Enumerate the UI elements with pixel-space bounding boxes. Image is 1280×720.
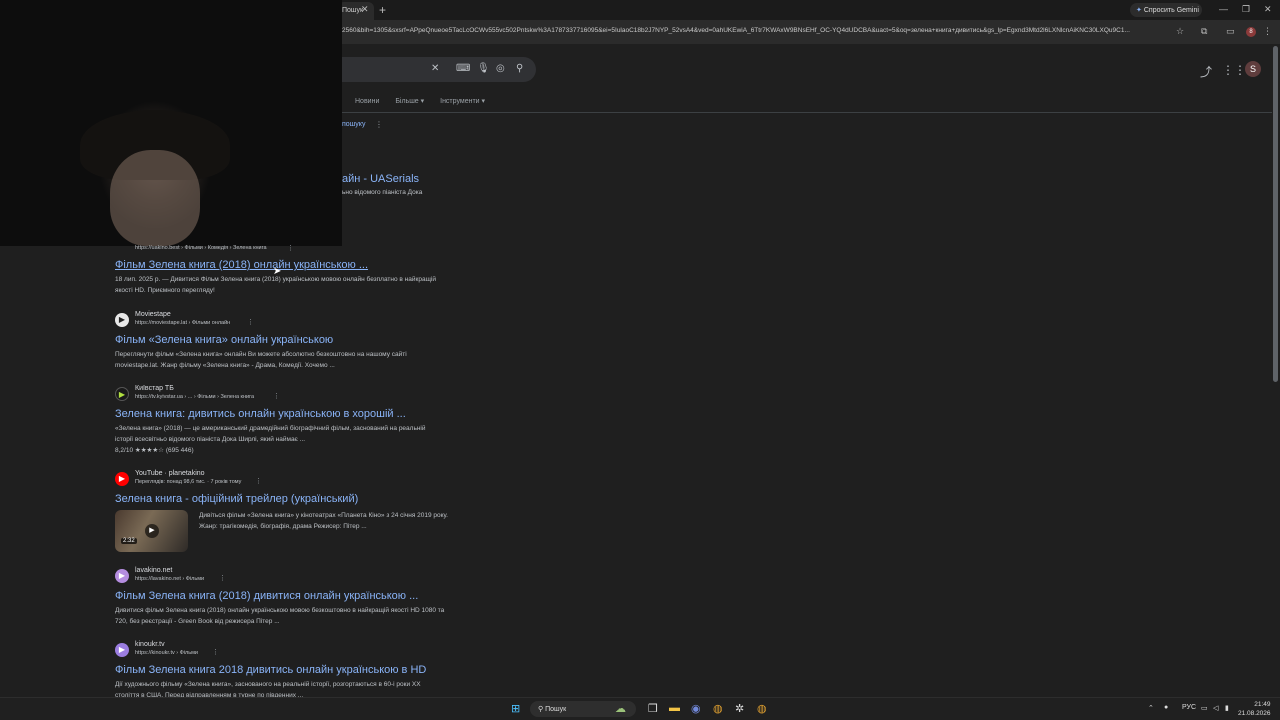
taskbar-search-label: Пошук [545, 706, 567, 713]
result-site-name[interactable]: lavakino.net [135, 567, 172, 574]
result-snippet: Дивитися фільм Зелена книга (2018) онлай… [115, 607, 445, 625]
discord-icon[interactable]: ◉ [691, 702, 701, 715]
minimize-icon[interactable]: — [1219, 4, 1228, 14]
lens-camera-icon[interactable]: ◎ [496, 63, 505, 74]
task-view-icon[interactable]: ❒ [648, 702, 658, 715]
input-language[interactable]: РУС [1182, 704, 1196, 711]
search-result-video: ▶ YouTube · planetakino Переглядів: пона… [115, 470, 455, 560]
share-icon[interactable]: ⤴ [1200, 63, 1212, 80]
clear-search-icon[interactable]: ✕ [431, 63, 439, 74]
tray-mic-icon[interactable]: ● [1164, 704, 1168, 711]
webcam-person-face [110, 150, 200, 246]
ask-gemini-button[interactable]: ✦ Спросить Gemini [1130, 3, 1202, 17]
result-more-icon[interactable]: ⋮ [247, 318, 254, 326]
tray-network-icon[interactable]: ▭ [1201, 704, 1208, 712]
result-snippet: Дивіться фільм «Зелена книга» у кінотеат… [199, 512, 448, 530]
result-rating: 8,2/10 ★★★★☆ (695 446) [115, 447, 194, 454]
restore-icon[interactable]: ❐ [1242, 4, 1250, 15]
close-window-icon[interactable]: ✕ [1264, 4, 1272, 15]
clock-date: 21.08.2026 [1238, 710, 1271, 717]
search-filters: Новини Більше ▾ Інструменти ▾ [355, 97, 499, 105]
tab-close-icon[interactable]: ✕ [361, 4, 369, 15]
keyboard-icon[interactable]: ⌨ [456, 63, 470, 74]
apps-grid-icon[interactable]: ⋮⋮ [1222, 63, 1246, 77]
extensions-icon[interactable]: ⧉ [1201, 26, 1207, 37]
result-site-name[interactable]: Moviestape [135, 311, 171, 318]
video-duration: 2:32 [121, 538, 137, 544]
new-tab-plus-icon[interactable]: + [379, 3, 386, 17]
tab-title: Пошук [342, 7, 364, 14]
file-explorer-icon[interactable]: ▬ [669, 702, 680, 714]
search-result: ▶ Moviestape https://moviestape.lat › Фі… [115, 311, 455, 371]
result-snippet: 18 лип. 2025 р. — Дивитися Фільм Зелена … [115, 276, 437, 294]
moviestape-favicon-icon: ▶ [115, 313, 129, 327]
address-bar[interactable]: 2560&bih=1305&sxsrf=APpeQnueoe5TacLcOCWv… [342, 27, 1172, 34]
webcam-overlay [0, 0, 342, 246]
taskbar-clock[interactable]: 21:49 21.08.2026 [1238, 700, 1271, 718]
widgets-icon[interactable]: ☁ [615, 702, 626, 715]
result-more-icon[interactable]: ⋮ [219, 574, 226, 582]
result-title[interactable]: Зелена книга - офіційний трейлер (україн… [115, 493, 455, 505]
menu-dots-icon[interactable]: ⋮ [1263, 26, 1272, 37]
search-help-link[interactable]: пошуку [342, 121, 365, 128]
result-site-name[interactable]: kinoukr.tv [135, 641, 165, 648]
mouse-cursor-icon: ➤ [273, 266, 282, 277]
profile-avatar[interactable]: 8 [1246, 27, 1256, 37]
microphone-icon[interactable]: 🎙 [477, 63, 490, 74]
video-thumbnail[interactable]: ▶ 2:32 [115, 510, 188, 552]
filter-tools[interactable]: Інструменти ▾ [440, 98, 485, 105]
result-url[interactable]: https://kinoukr.tv › Фільми [135, 650, 198, 656]
result-more-icon[interactable]: ⋮ [287, 244, 294, 252]
kyivstar-favicon-icon: ▶ [115, 387, 129, 401]
result-snippet: Дії художнього фільму «Зелена книга», за… [115, 681, 421, 699]
search-icon[interactable]: ⚲ [516, 63, 523, 74]
top-result-title[interactable]: айн - UASerials [342, 173, 419, 185]
result-title[interactable]: Фільм Зелена книга 2018 дивитись онлайн … [115, 664, 455, 676]
tray-chevron-icon[interactable]: ⌃ [1148, 704, 1154, 712]
sidebar-icon[interactable]: ▭ [1226, 26, 1235, 37]
result-title[interactable]: Фільм «Зелена книга» онлайн українською [115, 334, 455, 346]
tray-battery-icon[interactable]: ▮ [1225, 704, 1229, 712]
top-result-snippet: ьно відомого піаніста Дока [342, 189, 423, 196]
account-avatar[interactable]: S [1245, 61, 1261, 77]
result-views: Переглядів: понад 98,6 тис. · 7 років то… [135, 479, 242, 485]
result-title[interactable]: Фільм Зелена книга (2018) онлайн українс… [115, 259, 455, 271]
filter-news[interactable]: Новини [355, 98, 379, 105]
search-result: ▶ Київстар ТБ https://tv.kyivstar.ua › .… [115, 385, 455, 456]
windows-start-icon[interactable]: ⊞ [511, 702, 520, 715]
youtube-favicon-icon: ▶ [115, 472, 129, 486]
result-snippet: Переглянути фільм «Зелена книга» онлайн … [115, 351, 407, 369]
result-url[interactable]: https://uakino.best › Фільми › Комедія ›… [135, 245, 267, 251]
search-result: ▶ kinoukr.tv https://kinoukr.tv › Фільми… [115, 641, 455, 699]
result-more-icon[interactable]: ⋮ [273, 392, 280, 400]
result-title[interactable]: Зелена книга: дивитись онлайн українсько… [115, 408, 455, 420]
result-url[interactable]: https://tv.kyivstar.ua › ... › Фільми › … [135, 394, 254, 400]
result-more-icon[interactable]: ⋮ [255, 477, 262, 485]
search-result: https://uakino.best › Фільми › Комедія ›… [115, 245, 455, 296]
search-result: ▶ lavakino.net https://lavakino.net › Фі… [115, 567, 455, 627]
result-url[interactable]: https://lavakino.net › Фільми [135, 576, 204, 582]
app-icon[interactable]: ✲ [735, 702, 744, 715]
result-snippet: «Зелена книга» (2018) — це американський… [115, 425, 426, 443]
tray-volume-icon[interactable]: ◁ [1213, 704, 1218, 712]
gemini-sparkle-icon: ✦ [1136, 7, 1142, 14]
help-more-icon[interactable]: ⋮ [375, 120, 383, 129]
chrome-icon[interactable]: ◍ [713, 702, 723, 715]
lavakino-favicon-icon: ▶ [115, 569, 129, 583]
windows-taskbar: ⊞ ⚲ Пошук ☁ ❒ ▬ ◉ ◍ ✲ ◍ ⌃ ● РУС ▭ ◁ ▮ 21… [0, 697, 1280, 720]
chrome-active-icon[interactable]: ◍ [757, 702, 767, 715]
filter-more[interactable]: Більше ▾ [395, 98, 424, 105]
gemini-label: Спросить Gemini [1143, 7, 1199, 14]
play-icon: ▶ [145, 524, 159, 538]
tab-search[interactable]: Пошук [338, 2, 374, 20]
clock-time: 21:49 [1254, 701, 1271, 708]
result-url[interactable]: https://moviestape.lat › Фільми онлайн [135, 320, 230, 326]
result-site-name[interactable]: Київстар ТБ [135, 385, 174, 392]
result-more-icon[interactable]: ⋮ [212, 648, 219, 656]
result-title[interactable]: Фільм Зелена книга (2018) дивитися онлай… [115, 590, 455, 602]
kinoukr-favicon-icon: ▶ [115, 643, 129, 657]
result-site-name[interactable]: YouTube · planetakino [135, 470, 205, 477]
bookmark-star-icon[interactable]: ☆ [1176, 26, 1184, 37]
page-scrollbar[interactable] [1273, 46, 1278, 382]
